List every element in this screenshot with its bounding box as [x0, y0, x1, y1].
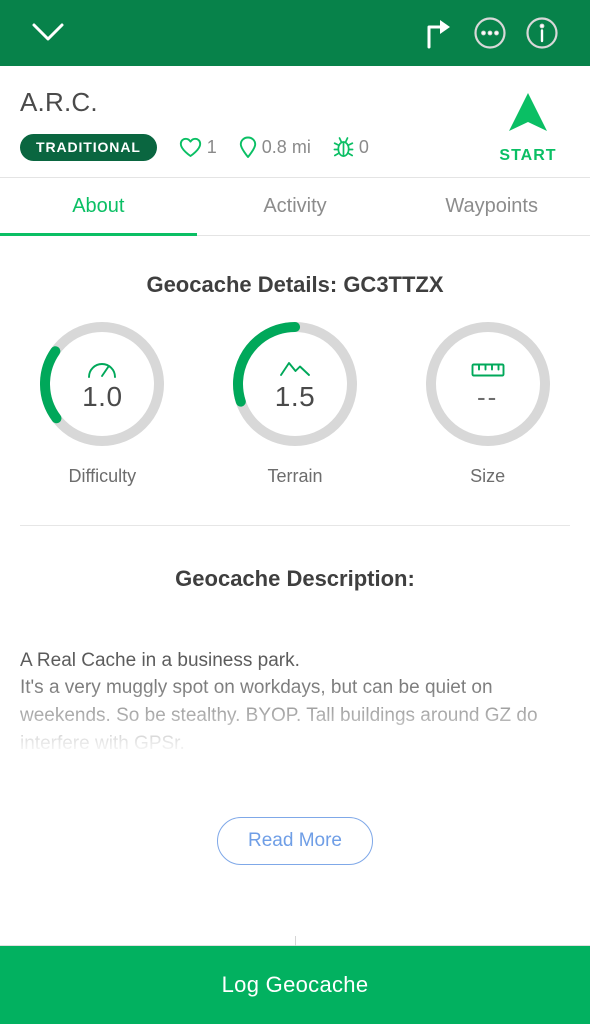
heart-icon [179, 137, 202, 158]
about-tab-content: Geocache Details: GC3TTZX 1.0 Difficulty… [0, 236, 590, 945]
details-heading: Geocache Details: GC3TTZX [146, 271, 444, 297]
description-heading: Geocache Description: [175, 565, 415, 591]
info-icon[interactable] [516, 7, 568, 59]
distance-value: 0.8 mi [261, 137, 311, 158]
mountain-icon [279, 357, 311, 381]
trackables-value: 0 [358, 137, 369, 158]
tab-about-label: About [72, 194, 125, 217]
top-app-bar [0, 0, 590, 66]
favorites-value: 1 [206, 137, 217, 158]
section-divider [20, 524, 570, 526]
difficulty-label: Difficulty [68, 465, 137, 486]
size-value: -- [476, 381, 499, 412]
start-label: START [499, 147, 557, 164]
read-more-wrapper: Read More [0, 816, 590, 865]
cache-type-badge: TRADITIONAL [20, 133, 157, 161]
start-navigation-button[interactable]: START [482, 90, 574, 165]
tab-waypoints-label: Waypoints [445, 194, 538, 217]
cache-header: A.R.C. TRADITIONAL 1 0.8 mi 0 START [0, 66, 590, 178]
tab-bar: About Activity Waypoints [0, 177, 590, 236]
log-geocache-button[interactable]: Log Geocache [0, 946, 590, 1024]
size-label: Size [470, 465, 506, 486]
difficulty-value: 1.0 [82, 380, 123, 412]
tab-waypoints[interactable]: Waypoints [393, 178, 590, 235]
description-body: A Real Cache in a business park. It's a … [20, 649, 538, 754]
chevron-down-icon[interactable] [22, 7, 74, 59]
ruler-icon [471, 358, 505, 382]
terrain-ring: 1.5 Terrain [215, 320, 375, 487]
difficulty-ring: 1.0 Difficulty [22, 320, 182, 487]
location-pin-icon [239, 136, 257, 159]
tab-about[interactable]: About [0, 178, 197, 236]
terrain-value: 1.5 [274, 380, 316, 412]
favorites-count: 1 [179, 137, 217, 158]
gauge-icon [87, 357, 117, 381]
geocache-detail-screen: A.R.C. TRADITIONAL 1 0.8 mi 0 START Abou… [0, 0, 590, 1024]
travel-bug-icon [333, 136, 354, 159]
trackables-count: 0 [333, 136, 369, 159]
distance-readout: 0.8 mi [239, 136, 311, 159]
tab-activity[interactable]: Activity [197, 178, 394, 235]
directions-arrow-icon[interactable] [412, 7, 464, 59]
tab-activity-label: Activity [263, 194, 327, 217]
more-options-icon[interactable] [464, 7, 516, 59]
navigation-arrow-icon [506, 90, 550, 143]
terrain-label: Terrain [267, 465, 323, 486]
read-more-button[interactable]: Read More [217, 816, 373, 865]
difficulty-terrain-size-group: 1.0 Difficulty 1.5 Terrain -- Size [0, 320, 590, 487]
size-ring: -- Size [408, 320, 568, 487]
description-body-wrapper: A Real Cache in a business park. It's a … [0, 647, 590, 797]
log-geocache-label: Log Geocache [221, 972, 369, 997]
